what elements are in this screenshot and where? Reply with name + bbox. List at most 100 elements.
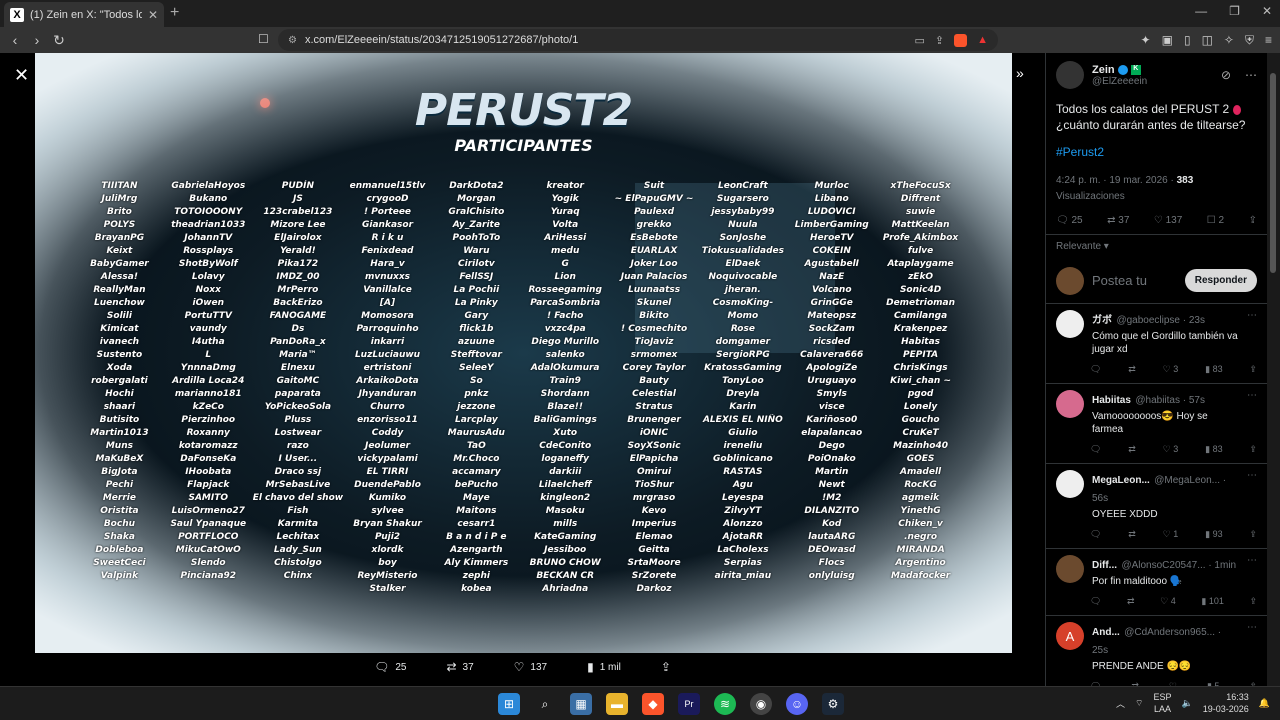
views-action[interactable]: ▮ 83 — [1205, 444, 1222, 455]
screenshot-icon[interactable]: ▣ — [1162, 33, 1173, 48]
views-action[interactable]: ▮ 83 — [1205, 364, 1222, 375]
repost-icon[interactable]: ⇄ — [1128, 529, 1136, 540]
reply-author-name[interactable]: Habiitas — [1092, 395, 1131, 406]
reply-author-name[interactable]: ガボ — [1092, 315, 1112, 326]
brave-shields-icon[interactable] — [954, 33, 968, 47]
wifi-icon[interactable]: ⌔ — [1135, 698, 1143, 709]
reply-author-handle[interactable]: @gaboeclipse · 23s — [1116, 315, 1205, 326]
reply-input[interactable]: Postea tu — [1092, 273, 1177, 288]
reply-item[interactable]: ガボ @gaboeclipse · 23s Cómo que el Gordill… — [1046, 304, 1267, 384]
more-icon[interactable]: ⋯ — [1247, 310, 1257, 356]
url-bar[interactable]: ⚙ x.com/ElZeeeein/status/203471251905127… — [278, 29, 998, 51]
more-icon[interactable]: ⋯ — [1247, 470, 1257, 521]
browser-tab[interactable]: X (1) Zein en X: "Todos los calatos ✕ — [4, 2, 164, 27]
avatar[interactable] — [1056, 61, 1084, 89]
spotify-icon[interactable]: ≋ — [714, 693, 736, 715]
grok-icon[interactable]: ⊘ — [1221, 68, 1231, 82]
avatar[interactable]: A — [1056, 622, 1084, 650]
reply-author-name[interactable]: And... — [1092, 627, 1120, 638]
forward-icon[interactable]: › — [26, 32, 48, 48]
more-icon[interactable]: ⋯ — [1247, 622, 1257, 673]
reply-icon[interactable]: 🗨 — [1090, 529, 1101, 540]
more-icon[interactable]: ⋯ — [1245, 68, 1257, 82]
avatar[interactable] — [1056, 555, 1084, 583]
reply-item[interactable]: MegaLeon... @MegaLeon... · 56s OYEEE XDDD… — [1046, 464, 1267, 549]
start-icon[interactable]: ⊞ — [498, 693, 520, 715]
reply-icon[interactable]: 🗨 — [1090, 444, 1101, 455]
steam-icon[interactable]: ⚙ — [822, 693, 844, 715]
notification-icon[interactable]: 🔔 — [1259, 698, 1270, 709]
brave-rewards-icon[interactable]: ▲ — [977, 34, 988, 47]
reply-item[interactable]: Habiitas @habiitas · 57s Vamoooooooos😎 Ho… — [1046, 384, 1267, 464]
premiere-icon[interactable]: Pr — [678, 693, 700, 715]
clock[interactable]: 16:33 19-03-2026 — [1203, 691, 1249, 715]
repost-icon[interactable]: ⇄ — [1128, 364, 1136, 375]
menu-icon[interactable]: ≡ — [1265, 33, 1272, 48]
like-metric[interactable]: ♡ 137 — [514, 660, 547, 674]
reply-author-name[interactable]: Diff... — [1092, 560, 1117, 571]
more-icon[interactable]: ⋯ — [1247, 390, 1257, 436]
url-text[interactable]: x.com/ElZeeeein/status/20347125190512726… — [305, 34, 907, 46]
avatar[interactable] — [1056, 310, 1084, 338]
minimize-icon[interactable]: — — [1195, 4, 1207, 18]
collapse-sidebar-icon[interactable]: » — [1016, 65, 1024, 81]
brave-icon[interactable]: ◆ — [642, 693, 664, 715]
site-info-icon[interactable]: ⚙ — [288, 35, 297, 46]
file-explorer-icon[interactable]: ▬ — [606, 693, 628, 715]
views-metric[interactable]: ▮ 1 mil — [587, 660, 621, 674]
discord-icon[interactable]: ☺ — [786, 693, 808, 715]
volume-icon[interactable]: 🔈 — [1182, 698, 1193, 709]
repost-icon[interactable]: ⇄ — [1127, 596, 1135, 607]
leo-icon[interactable]: ✧ — [1224, 33, 1234, 48]
share-metric[interactable]: ⇪ — [661, 660, 671, 674]
close-window-icon[interactable]: ✕ — [1262, 4, 1272, 18]
reload-icon[interactable]: ↻ — [48, 32, 70, 49]
reply-author-name[interactable]: MegaLeon... — [1092, 475, 1150, 486]
share-action[interactable]: ⇪ — [1249, 215, 1257, 226]
chevron-up-icon[interactable]: ︿ — [1116, 697, 1125, 710]
views-action[interactable]: ▮ 93 — [1205, 529, 1222, 540]
reply-author-handle[interactable]: @AlonsoC20547... · 1min — [1121, 560, 1236, 571]
maximize-icon[interactable]: ❐ — [1229, 4, 1240, 18]
obs-icon[interactable]: ◉ — [750, 693, 772, 715]
like-action[interactable]: ♡ 3 — [1163, 444, 1179, 455]
share-icon[interactable]: ⇪ — [1249, 596, 1257, 607]
new-tab-button[interactable]: + — [170, 4, 179, 22]
views-action[interactable]: ▮ 101 — [1201, 596, 1223, 607]
bookmark-icon[interactable]: ☐ — [258, 32, 269, 46]
reply-metric[interactable]: 🗨 25 — [374, 660, 406, 674]
avatar[interactable] — [1056, 390, 1084, 418]
like-action[interactable]: ♡ 3 — [1163, 364, 1179, 375]
cast-icon[interactable]: ▭ — [914, 34, 924, 47]
like-action[interactable]: ♡ 1 — [1163, 529, 1179, 540]
reply-icon[interactable]: 🗨 — [1090, 364, 1101, 375]
reply-item[interactable]: Diff... @AlonsoC20547... · 1min Por fin m… — [1046, 549, 1267, 616]
author-handle[interactable]: @ElZeeeein — [1092, 76, 1147, 87]
reply-action[interactable]: 🗨 25 — [1056, 215, 1083, 226]
hashtag-link[interactable]: #Perust2 — [1046, 137, 1267, 167]
like-action[interactable]: ♡ 137 — [1154, 215, 1182, 226]
scrollbar[interactable] — [1267, 53, 1280, 686]
back-icon[interactable]: ‹ — [4, 32, 26, 48]
reply-item[interactable]: A And... @CdAnderson965... · 25s PRENDE AN… — [1046, 616, 1267, 686]
share-icon[interactable]: ⇪ — [1249, 529, 1257, 540]
sidebar-icon[interactable]: ▯ — [1184, 33, 1191, 48]
avatar[interactable] — [1056, 470, 1084, 498]
repost-icon[interactable]: ⇄ — [1128, 444, 1136, 455]
sort-dropdown[interactable]: Relevante ▾ — [1046, 235, 1267, 258]
more-icon[interactable]: ⋯ — [1247, 555, 1257, 588]
share-icon[interactable]: ⇪ — [1249, 444, 1257, 455]
close-icon[interactable]: ✕ — [14, 65, 29, 86]
bookmark-action[interactable]: ☐ 2 — [1207, 215, 1224, 226]
reply-icon[interactable]: 🗨 — [1090, 596, 1101, 607]
widgets-icon[interactable]: ▦ — [570, 693, 592, 715]
like-action[interactable]: ♡ 4 — [1160, 596, 1176, 607]
repost-metric[interactable]: ⇄ 37 — [446, 660, 473, 674]
repost-action[interactable]: ⇄ 37 — [1107, 215, 1129, 226]
share-icon[interactable]: ⇪ — [935, 34, 944, 47]
wallet-icon[interactable]: ◫ — [1202, 33, 1213, 48]
scrollbar-thumb[interactable] — [1270, 73, 1276, 273]
language-indicator[interactable]: ESP LAA — [1154, 691, 1172, 715]
search-icon[interactable]: ⌕ — [534, 693, 556, 715]
reply-button[interactable]: Responder — [1184, 269, 1257, 292]
